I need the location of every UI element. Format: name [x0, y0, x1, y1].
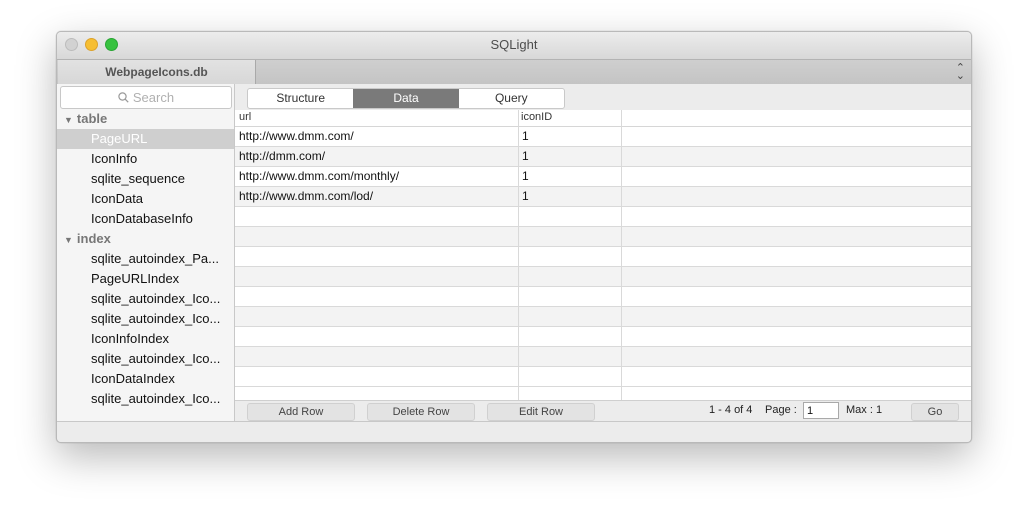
table-footer: Add Row Delete Row Edit Row 1 - 4 of 4 P…: [235, 400, 971, 422]
sidebar-item-index[interactable]: sqlite_autoindex_Pa...: [57, 249, 234, 269]
cell-url[interactable]: http://www.dmm.com/: [239, 129, 354, 143]
sidebar-item-index[interactable]: IconInfoIndex: [57, 329, 234, 349]
app-window: SQLight WebpageIcons.db ⌃ ⌄ Search ▼ table…: [56, 31, 972, 443]
sidebar-item-index[interactable]: sqlite_autoindex_Ico...: [57, 349, 234, 369]
sidebar-item-index[interactable]: IconDataIndex: [57, 369, 234, 389]
page-label: Page :: [765, 404, 797, 416]
data-table: url iconID http://www.dmm.com/ 1 http://…: [235, 110, 971, 400]
search-input[interactable]: Search: [60, 86, 232, 109]
empty-row: [235, 247, 971, 267]
add-row-button[interactable]: Add Row: [247, 403, 355, 421]
sidebar-item-icondatabaseinfo[interactable]: IconDatabaseInfo: [57, 209, 234, 229]
empty-row: [235, 307, 971, 327]
tab-query[interactable]: Query: [459, 89, 564, 108]
table-row[interactable]: http://www.dmm.com/lod/ 1: [235, 187, 971, 207]
sidebar-item-index[interactable]: sqlite_autoindex_Ico...: [57, 309, 234, 329]
row-range-label: 1 - 4 of 4: [709, 404, 753, 416]
sidebar-item-index[interactable]: sqlite_autoindex_Ico...: [57, 389, 234, 409]
table-row[interactable]: http://dmm.com/ 1: [235, 147, 971, 167]
sidebar-section-table[interactable]: ▼ table: [57, 109, 234, 129]
document-tab[interactable]: WebpageIcons.db: [58, 60, 256, 84]
cell-iconid[interactable]: 1: [522, 149, 529, 163]
window-title: SQLight: [490, 37, 538, 52]
disclosure-triangle-icon[interactable]: ▼: [64, 235, 73, 245]
cell-url[interactable]: http://dmm.com/: [239, 149, 325, 163]
sidebar-item-index[interactable]: sqlite_autoindex_Ico...: [57, 289, 234, 309]
cell-url[interactable]: http://www.dmm.com/monthly/: [239, 169, 399, 183]
empty-row: [235, 287, 971, 307]
max-page-label: Max : 1: [846, 404, 883, 416]
empty-row: [235, 267, 971, 287]
go-button[interactable]: Go: [911, 403, 959, 421]
column-header-url[interactable]: url: [239, 111, 251, 123]
sidebar-item-sqlite-sequence[interactable]: sqlite_sequence: [57, 169, 234, 189]
empty-row: [235, 347, 971, 367]
table-row[interactable]: http://www.dmm.com/ 1: [235, 127, 971, 147]
delete-row-button[interactable]: Delete Row: [367, 403, 475, 421]
view-switcher-bar: Structure Data Query: [235, 84, 971, 110]
sidebar-item-index[interactable]: PageURLIndex: [57, 269, 234, 289]
section-label: table: [76, 111, 108, 126]
column-header-iconid[interactable]: iconID: [521, 111, 552, 123]
empty-row: [235, 327, 971, 347]
status-bar: [57, 421, 971, 442]
sidebar-section-index[interactable]: ▼ index: [57, 229, 234, 249]
empty-row: [235, 207, 971, 227]
page-number-input[interactable]: 1: [803, 402, 839, 419]
section-label: index: [76, 231, 111, 246]
empty-row: [235, 367, 971, 387]
disclosure-triangle-icon[interactable]: ▼: [64, 115, 73, 125]
view-segmented-control: Structure Data Query: [247, 88, 565, 109]
main-panel: Structure Data Query url iconID http://w…: [235, 84, 971, 422]
column-divider[interactable]: [621, 110, 622, 400]
edit-row-button[interactable]: Edit Row: [487, 403, 595, 421]
search-icon: [118, 92, 129, 103]
cell-iconid[interactable]: 1: [522, 189, 529, 203]
sidebar-item-pageurl[interactable]: PageURL: [57, 129, 234, 149]
table-row[interactable]: http://www.dmm.com/monthly/ 1: [235, 167, 971, 187]
cell-iconid[interactable]: 1: [522, 169, 529, 183]
empty-row: [235, 227, 971, 247]
column-divider[interactable]: [518, 110, 519, 400]
table-header: url iconID: [235, 110, 971, 127]
tab-data[interactable]: Data: [353, 89, 459, 108]
document-tab-bar: WebpageIcons.db ⌃ ⌄: [57, 59, 971, 85]
sidebar: Search ▼ table PageURL IconInfo sqlite_se…: [57, 84, 235, 421]
sidebar-item-iconinfo[interactable]: IconInfo: [57, 149, 234, 169]
tab-overflow-chevron-icon[interactable]: ⌃ ⌄: [956, 63, 965, 82]
cell-iconid[interactable]: 1: [522, 129, 529, 143]
tab-structure[interactable]: Structure: [248, 89, 353, 108]
sidebar-item-icondata[interactable]: IconData: [57, 189, 234, 209]
cell-url[interactable]: http://www.dmm.com/lod/: [239, 189, 373, 203]
title-bar: SQLight: [57, 32, 971, 59]
search-placeholder: Search: [132, 90, 175, 105]
